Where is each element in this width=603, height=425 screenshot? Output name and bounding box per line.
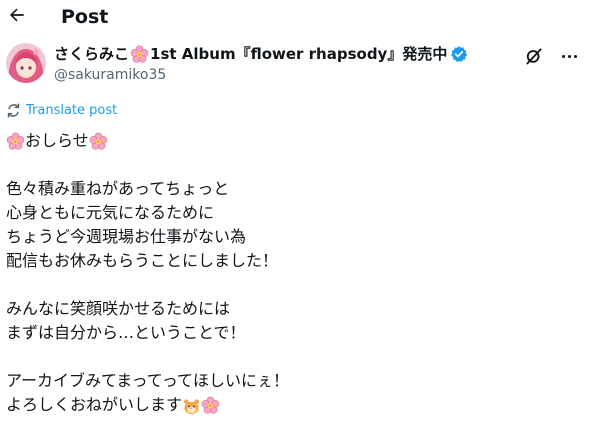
verified-badge-icon <box>451 46 468 62</box>
sakura-emoji-icon <box>89 131 108 150</box>
sakura-emoji-icon <box>201 395 220 414</box>
grok-icon[interactable] <box>524 46 544 66</box>
top-bar: Post <box>0 0 603 36</box>
page-title: Post <box>61 6 109 28</box>
post-line-9: よろしくおねがいします <box>6 393 586 417</box>
author-album-text[interactable]: 1st Album『flower rhapsody』発売中 <box>150 44 447 64</box>
author-handle[interactable]: @sakuramiko35 <box>54 66 166 84</box>
translate-post-link[interactable]: Translate post <box>6 101 117 119</box>
post-line-text: よろしくおねがいします <box>6 395 183 414</box>
post-line-5: 配信もお休みもらうことにしました！ <box>6 251 279 270</box>
post-line-4: ちょうど今週現場お仕事がない為 <box>6 227 247 246</box>
post-line-7: まずは自分から…ということで！ <box>6 323 246 342</box>
post-line-text: おしらせ <box>25 131 89 150</box>
author-name-row: さくらみこ 1st Album『flower rhapsody』発売中 <box>54 43 468 65</box>
translate-icon <box>7 103 20 117</box>
post-line-2: 色々積み重ねがあってちょっと <box>6 179 230 198</box>
sakura-emoji-icon <box>6 131 25 150</box>
sakura-emoji-icon <box>130 44 149 63</box>
author-display-name[interactable]: さくらみこ <box>54 44 129 64</box>
post-line-3: 心身ともに元気になるために <box>6 203 215 222</box>
post-line-8: アーカイブみてまってってほしいにぇ！ <box>6 371 290 390</box>
post-text: おしらせ 色々積み重ねがあってちょっと 心身ともに元気になるために ちょうど今週… <box>6 129 586 417</box>
hamster-emoji-icon <box>184 398 200 414</box>
author-avatar[interactable] <box>6 43 46 83</box>
back-arrow-icon <box>10 8 24 22</box>
post-line-1: おしらせ <box>6 129 586 153</box>
more-icon[interactable] <box>558 46 580 66</box>
back-button[interactable] <box>6 4 28 26</box>
translate-label: Translate post <box>26 102 118 118</box>
post-line-6: みんなに笑顔咲かせるためには <box>6 299 231 318</box>
